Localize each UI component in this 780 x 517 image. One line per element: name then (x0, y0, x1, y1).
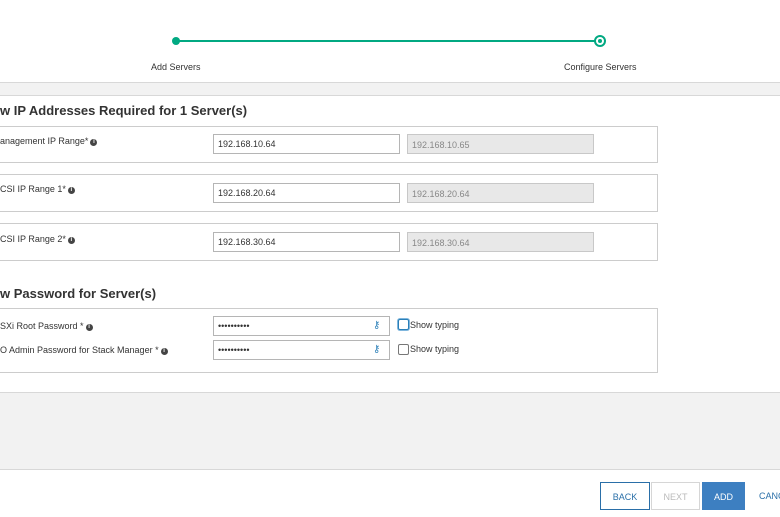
add-button[interactable]: ADD (702, 482, 745, 510)
iscsi-ip-1-end-field: 192.168.20.64 (407, 183, 594, 203)
key-icon[interactable]: ⚷ (373, 320, 385, 332)
step-label-add-servers: Add Servers (151, 62, 201, 72)
iscsi-ip-2-label: CSI IP Range 2* i (0, 234, 75, 244)
password-section-title: w Password for Server(s) (0, 286, 157, 301)
esxi-root-password-value: •••••••••• (218, 321, 250, 331)
info-icon[interactable]: i (160, 348, 168, 355)
show-typing-label-stack-manager[interactable]: Show typing (410, 344, 459, 354)
step-current-ring (594, 35, 606, 47)
step-complete-dot (172, 37, 180, 45)
show-typing-checkbox-esxi[interactable] (398, 319, 409, 330)
management-ip-label: anagement IP Range* i (0, 136, 98, 146)
show-typing-checkbox-stack-manager[interactable] (398, 344, 409, 355)
info-icon[interactable]: i (90, 139, 98, 146)
step-label-configure-servers: Configure Servers (564, 62, 637, 72)
wizard-stepper: Add Servers Configure Servers (0, 0, 780, 82)
back-button[interactable]: BACK (600, 482, 650, 510)
iscsi-ip-1-label: CSI IP Range 1* i (0, 184, 75, 194)
management-ip-end-field: 192.168.10.65 (407, 134, 594, 154)
show-typing-label-esxi[interactable]: Show typing (410, 320, 459, 330)
info-icon[interactable]: i (67, 237, 75, 244)
stack-manager-password-input[interactable]: •••••••••• ⚷ (213, 340, 390, 360)
stack-manager-password-label: O Admin Password for Stack Manager * i (0, 345, 168, 355)
management-ip-start-input[interactable]: 192.168.10.64 (213, 134, 400, 154)
divider-top (0, 82, 780, 96)
info-icon[interactable]: i (67, 187, 75, 194)
esxi-root-password-label: SXi Root Password * i (0, 321, 93, 331)
next-button[interactable]: NEXT (651, 482, 700, 510)
stack-manager-password-value: •••••••••• (218, 345, 250, 355)
iscsi-ip-2-end-field: 192.168.30.64 (407, 232, 594, 252)
content-bottom-area (0, 392, 780, 470)
cancel-button[interactable]: CANC (750, 482, 780, 510)
stepper-progress-line (176, 40, 600, 42)
info-icon[interactable]: i (85, 324, 93, 331)
key-icon[interactable]: ⚷ (373, 344, 385, 356)
esxi-root-password-input[interactable]: •••••••••• ⚷ (213, 316, 390, 336)
ip-section-title: w IP Addresses Required for 1 Server(s) (0, 103, 248, 118)
iscsi-ip-1-start-input[interactable]: 192.168.20.64 (213, 183, 400, 203)
iscsi-ip-2-start-input[interactable]: 192.168.30.64 (213, 232, 400, 252)
